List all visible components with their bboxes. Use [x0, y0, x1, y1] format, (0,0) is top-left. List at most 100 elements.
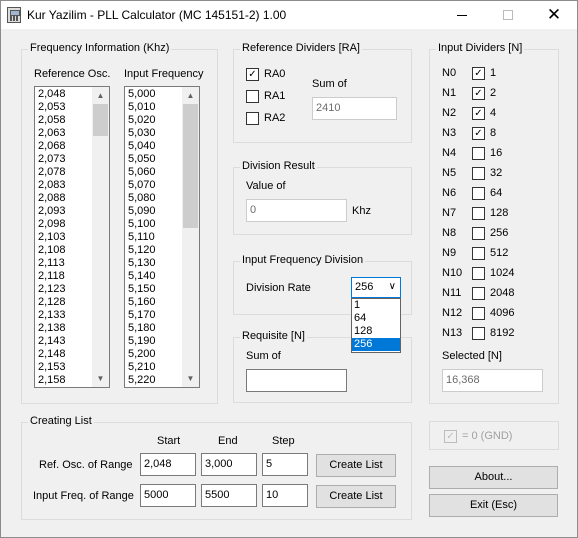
ref-osc-start-field[interactable]: 2,048	[140, 453, 196, 476]
list-item[interactable]: 5,080	[127, 192, 156, 205]
divider-checkbox[interactable]	[472, 307, 485, 320]
division-rate-label: Division Rate	[246, 282, 311, 294]
reference-osc-scrollbar[interactable]: ▲ ▼	[92, 87, 109, 387]
divider-checkbox[interactable]	[472, 227, 485, 240]
list-item[interactable]: 5,200	[127, 348, 156, 361]
list-item[interactable]: 2,068	[37, 140, 66, 153]
list-item[interactable]: 2,093	[37, 205, 66, 218]
scroll-down-icon[interactable]: ▼	[182, 370, 199, 387]
list-item[interactable]: 2,153	[37, 361, 66, 374]
about-button[interactable]: About...	[429, 466, 558, 489]
divider-checkbox[interactable]	[472, 207, 485, 220]
create-list-ref-button[interactable]: Create List	[316, 454, 396, 477]
list-item[interactable]: 5,090	[127, 205, 156, 218]
gnd-group: ✓ = 0 (GND)	[429, 421, 559, 450]
list-item[interactable]: 2,148	[37, 348, 66, 361]
group-label: Reference Dividers [RA]	[240, 42, 362, 54]
divider-checkbox[interactable]	[472, 267, 485, 280]
list-item[interactable]: 2,128	[37, 296, 66, 309]
exit-button[interactable]: Exit (Esc)	[429, 494, 558, 517]
list-item[interactable]: 5,220	[127, 374, 156, 387]
list-item[interactable]: 2,138	[37, 322, 66, 335]
list-item[interactable]: 5,130	[127, 257, 156, 270]
ref-osc-step-field[interactable]: 5	[262, 453, 308, 476]
list-item[interactable]: 5,170	[127, 309, 156, 322]
list-item[interactable]: 2,063	[37, 127, 66, 140]
division-rate-option[interactable]: 64	[352, 312, 400, 325]
list-item[interactable]: 2,118	[37, 270, 66, 283]
list-item[interactable]: 5,050	[127, 153, 156, 166]
input-frequency-scrollbar[interactable]: ▲ ▼	[182, 87, 199, 387]
list-item[interactable]: 5,110	[127, 231, 156, 244]
list-item[interactable]: 2,158	[37, 374, 66, 387]
list-item[interactable]: 2,058	[37, 114, 66, 127]
requisite-sum-field[interactable]	[246, 369, 347, 392]
list-item[interactable]: 5,020	[127, 114, 156, 127]
ref-osc-end-field[interactable]: 3,000	[201, 453, 257, 476]
list-item[interactable]: 2,103	[37, 231, 66, 244]
list-item[interactable]: 5,120	[127, 244, 156, 257]
list-item[interactable]: 2,098	[37, 218, 66, 231]
scroll-thumb[interactable]	[93, 104, 108, 136]
close-button[interactable]: ✕	[531, 1, 577, 29]
divider-checkbox[interactable]	[472, 287, 485, 300]
ra2-checkbox[interactable]	[246, 112, 259, 125]
list-item[interactable]: 2,088	[37, 192, 66, 205]
scroll-up-icon[interactable]: ▲	[182, 87, 199, 104]
scroll-down-icon[interactable]: ▼	[92, 370, 109, 387]
list-item[interactable]: 2,078	[37, 166, 66, 179]
divider-checkbox[interactable]	[472, 167, 485, 180]
input-freq-step-field[interactable]: 10	[262, 484, 308, 507]
list-item[interactable]: 2,048	[37, 88, 66, 101]
divider-checkbox[interactable]: ✓	[472, 127, 485, 140]
list-item[interactable]: 5,100	[127, 218, 156, 231]
divider-checkbox[interactable]	[472, 147, 485, 160]
list-item[interactable]: 2,108	[37, 244, 66, 257]
scroll-thumb[interactable]	[183, 104, 198, 228]
input-freq-end-field[interactable]: 5500	[201, 484, 257, 507]
reference-osc-list[interactable]: 2,048 2,053 2,058 2,063 2,068 2,073 2,078 2,083…	[34, 86, 110, 388]
list-item[interactable]: 2,133	[37, 309, 66, 322]
list-item[interactable]: 2,053	[37, 101, 66, 114]
list-item[interactable]: 5,150	[127, 283, 156, 296]
list-item[interactable]: 2,113	[37, 257, 66, 270]
ra0-checkbox[interactable]: ✓	[246, 68, 259, 81]
list-item[interactable]: 5,070	[127, 179, 156, 192]
list-item[interactable]: 5,160	[127, 296, 156, 309]
divider-checkbox[interactable]: ✓	[472, 67, 485, 80]
input-freq-start-field[interactable]: 5000	[140, 484, 196, 507]
list-item[interactable]: 5,210	[127, 361, 156, 374]
list-item[interactable]: 5,140	[127, 270, 156, 283]
list-item[interactable]: 5,040	[127, 140, 156, 153]
division-rate-option[interactable]: 128	[352, 325, 400, 338]
list-item[interactable]: 5,180	[127, 322, 156, 335]
list-item[interactable]: 2,123	[37, 283, 66, 296]
list-item[interactable]: 5,010	[127, 101, 156, 114]
divider-value-label: 1024	[490, 267, 515, 279]
divider-checkbox[interactable]: ✓	[472, 87, 485, 100]
scroll-up-icon[interactable]: ▲	[92, 87, 109, 104]
input-frequency-list[interactable]: 5,000 5,010 5,020 5,030 5,040 5,050 5,060 5,070…	[124, 86, 200, 388]
end-column-label: End	[218, 435, 238, 447]
ra1-checkbox[interactable]	[246, 90, 259, 103]
list-item[interactable]: 2,143	[37, 335, 66, 348]
divider-value-label: 8	[490, 127, 497, 139]
create-list-input-button[interactable]: Create List	[316, 485, 396, 508]
list-item[interactable]: 2,083	[37, 179, 66, 192]
list-item[interactable]: 5,060	[127, 166, 156, 179]
divider-checkbox[interactable]	[472, 187, 485, 200]
division-rate-select[interactable]: 256 ∨	[351, 277, 401, 298]
list-item[interactable]: 5,190	[127, 335, 156, 348]
division-rate-option[interactable]: 1	[352, 299, 400, 312]
divider-checkbox[interactable]	[472, 327, 485, 340]
list-item[interactable]: 5,000	[127, 88, 156, 101]
minimize-button[interactable]	[439, 1, 485, 29]
minimize-icon	[457, 14, 467, 16]
list-item[interactable]: 2,073	[37, 153, 66, 166]
divider-checkbox[interactable]	[472, 247, 485, 260]
divider-checkbox[interactable]: ✓	[472, 107, 485, 120]
group-label: Frequency Information (Khz)	[28, 42, 172, 54]
division-rate-option-selected[interactable]: 256	[352, 338, 400, 351]
list-item[interactable]: 5,030	[127, 127, 156, 140]
reference-dividers-group: Reference Dividers [RA] ✓ RA0 RA1 RA2 Su…	[233, 42, 412, 143]
